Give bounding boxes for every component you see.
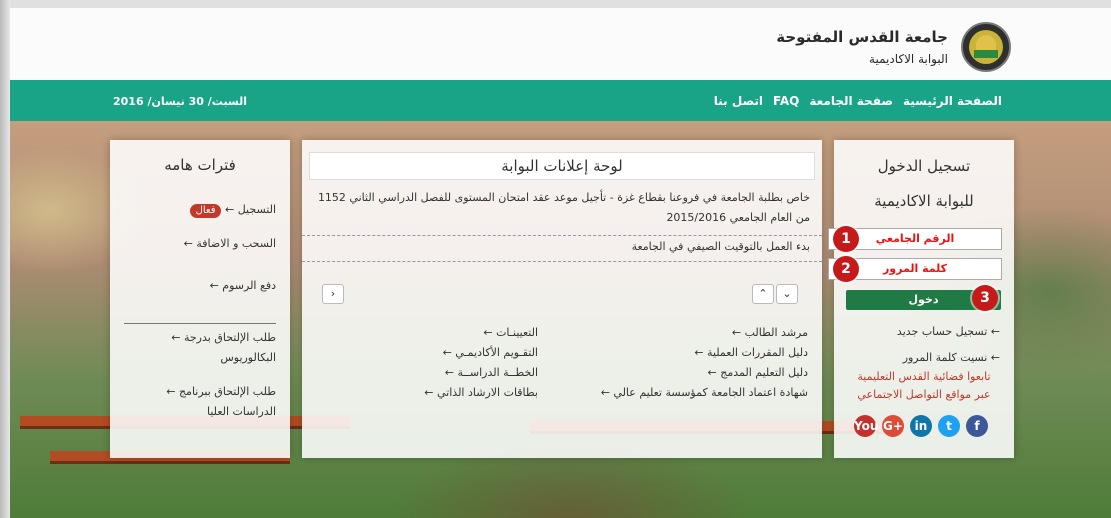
announcement-divider: [302, 235, 822, 236]
period-bachelor-application-b[interactable]: البكالوريوس: [166, 348, 276, 368]
period-fees[interactable]: ← دفع الرسوم: [166, 276, 276, 296]
follow-line-1: تابعوا فضائية القدس التعليمية: [857, 370, 991, 383]
link-academic-calendar[interactable]: ← التقـويم الأكاديمـي: [424, 343, 538, 363]
nav-university-page[interactable]: صفحة الجامعة: [809, 94, 893, 108]
login-links: تسجيل حساب جديد ← نسيت كلمة المرور ←: [897, 319, 1000, 371]
university-name: جامعة القدس المفتوحة: [776, 28, 948, 46]
active-badge: فعال: [189, 204, 222, 218]
window-edge: [0, 0, 10, 518]
announcement-item-2[interactable]: بدء العمل بالتوقيت الصيفي في الجامعة: [314, 240, 810, 253]
header: جامعة القدس المفتوحة البوابة الاكاديمية: [10, 0, 1111, 80]
page: جامعة القدس المفتوحة البوابة الاكاديمية …: [0, 0, 1111, 518]
nav-home[interactable]: الصفحة الرئيسية: [903, 94, 1002, 108]
social-icons: You G+ in t f: [854, 415, 988, 437]
announcement-item-1[interactable]: خاص بطلبة الجامعة في فروعنا بقطاع غزة - …: [314, 188, 810, 228]
important-periods-panel: فترات هامه فعال ← التسجيل ← السحب و الاض…: [110, 140, 290, 458]
link-self-advising-cards[interactable]: ← بطاقات الارشاد الذاتي: [424, 383, 538, 403]
nav-faq[interactable]: FAQ: [773, 94, 799, 108]
university-logo: [961, 22, 1011, 72]
next-page-button[interactable]: ›: [322, 284, 344, 304]
announcement-divider-2: [302, 261, 822, 262]
resources-col-b: ← التعيينـات ← التقـويم الأكاديمـي ← الخ…: [424, 323, 538, 403]
period-registration-label[interactable]: ← التسجيل: [225, 203, 276, 216]
important-periods-list: فعال ← التسجيل ← السحب و الاضافة ← دفع ا…: [166, 200, 276, 422]
period-bachelor-application-a[interactable]: ← طلب الإلتحاق بدرجة: [166, 328, 276, 348]
announcements-panel: لوحة إعلانات البوابة خاص بطلبة الجامعة ف…: [302, 140, 822, 458]
resources-col-a: ← مرشد الطالب ← دليل المقررات العملية ← …: [601, 323, 808, 403]
link-study-plan[interactable]: ← الخطــة الدراســة: [424, 363, 538, 383]
facebook-icon[interactable]: f: [966, 415, 988, 437]
login-subtitle: للبوابة الاكاديمية: [874, 192, 974, 210]
important-periods-title: فترات هامه: [164, 156, 236, 174]
periods-separator: [124, 323, 276, 324]
period-graduate-application-b[interactable]: الدراسات العليا: [166, 402, 276, 422]
logo-dome: [976, 35, 996, 51]
period-graduate-application-a[interactable]: ← طلب الإلتحاق ببرنامج: [166, 382, 276, 402]
main-navbar: الصفحة الرئيسية صفحة الجامعة FAQ اتصل بن…: [10, 80, 1111, 121]
announcements-title: لوحة إعلانات البوابة: [309, 152, 815, 180]
follow-line-2: عبر مواقع التواصل الاجتماعي: [857, 388, 991, 401]
scroll-down-button[interactable]: ⌄: [776, 284, 798, 304]
login-title: تسجيل الدخول: [877, 157, 971, 175]
annotation-badge-2: 2: [833, 256, 859, 282]
annotation-badge-3: 3: [972, 285, 998, 311]
youtube-icon[interactable]: You: [854, 415, 878, 437]
annotation-badge-1: 1: [833, 226, 859, 252]
nav-links: الصفحة الرئيسية صفحة الجامعة FAQ اتصل بن…: [714, 94, 1002, 108]
logo-base: [974, 50, 998, 58]
nav-contact[interactable]: اتصل بنا: [714, 94, 763, 108]
current-date: السبت/ 30 نيسان/ 2016: [113, 95, 248, 108]
linkedin-icon[interactable]: in: [910, 415, 932, 437]
forgot-password-label[interactable]: نسيت كلمة المرور: [903, 351, 988, 364]
follow-text: تابعوا فضائية القدس التعليمية عبر مواقع …: [838, 368, 1010, 404]
link-appointments[interactable]: ← التعيينـات: [424, 323, 538, 343]
twitter-icon[interactable]: t: [938, 415, 960, 437]
link-accreditation[interactable]: ← شهادة اعتماد الجامعة كمؤسسة تعليم عالي: [601, 383, 808, 403]
period-registration[interactable]: فعال ← التسجيل: [166, 200, 276, 220]
register-link-label[interactable]: تسجيل حساب جديد: [897, 325, 987, 338]
period-add-drop[interactable]: ← السحب و الاضافة: [166, 234, 276, 254]
portal-name: البوابة الاكاديمية: [869, 52, 948, 66]
link-blended-learning-guide[interactable]: ← دليل التعليم المدمج: [601, 363, 808, 383]
link-student-guide[interactable]: ← مرشد الطالب: [601, 323, 808, 343]
register-link[interactable]: تسجيل حساب جديد ←: [897, 319, 1000, 345]
google-plus-icon[interactable]: G+: [882, 415, 904, 437]
scroll-up-button[interactable]: ⌃: [752, 284, 774, 304]
link-lab-courses-guide[interactable]: ← دليل المقررات العملية: [601, 343, 808, 363]
